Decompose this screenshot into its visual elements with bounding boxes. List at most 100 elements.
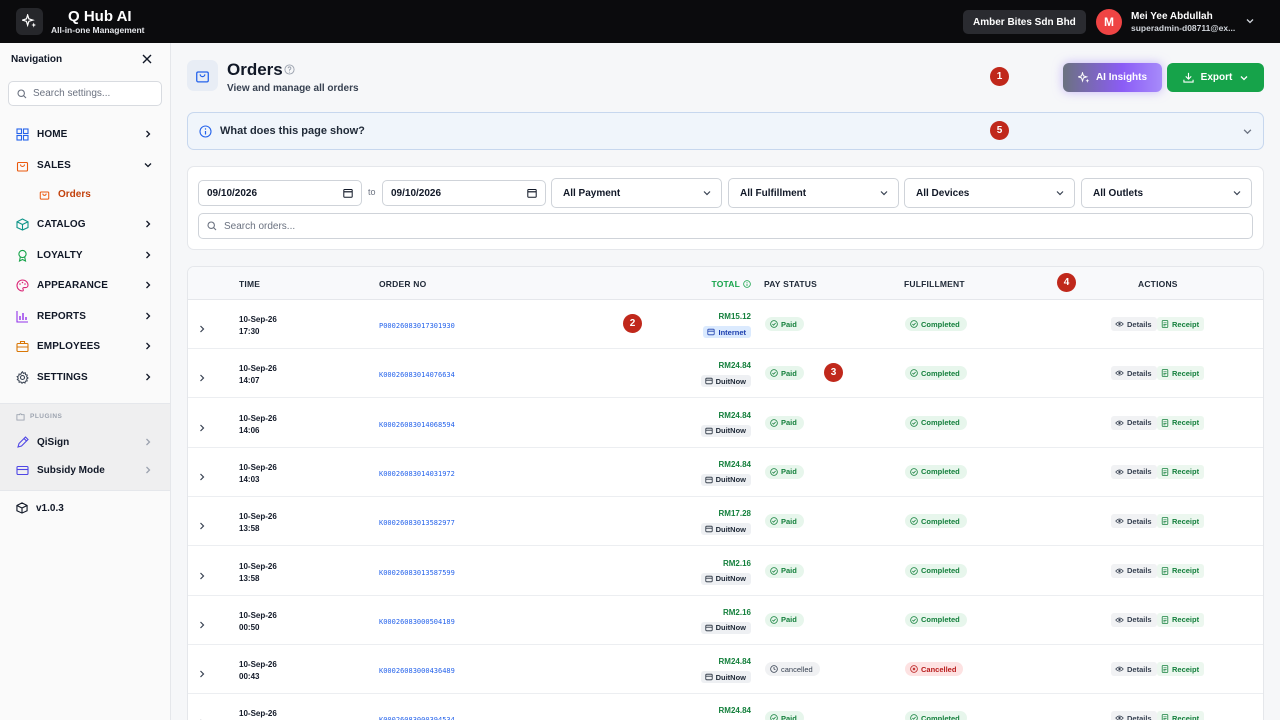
order-number-link[interactable]: P00026083017301930 (379, 322, 455, 330)
details-button[interactable]: Details (1111, 563, 1157, 578)
receipt-button[interactable]: Receipt (1157, 711, 1205, 720)
details-label: Details (1127, 615, 1152, 625)
sidebar-subitem-orders[interactable]: Orders (0, 183, 170, 205)
table-row[interactable]: 10-Sep-26 14:03 K00026083014031972 RM24.84 D… (188, 448, 1263, 497)
receipt-label: Receipt (1172, 664, 1200, 674)
pay-status-label: Paid (781, 516, 797, 526)
company-selector[interactable]: Amber Bites Sdn Bhd (963, 10, 1086, 34)
expand-row-button[interactable] (198, 419, 206, 437)
avatar[interactable]: M (1096, 9, 1122, 35)
details-button[interactable]: Details (1111, 464, 1157, 479)
order-number-link[interactable]: K00026083014031972 (379, 470, 455, 478)
receipt-button[interactable]: Receipt (1157, 514, 1205, 529)
order-number-link[interactable]: K00026083000504189 (379, 618, 455, 626)
expand-row-button[interactable] (198, 665, 206, 683)
details-label: Details (1127, 566, 1152, 575)
sidebar-item-settings[interactable]: SETTINGS (0, 364, 170, 390)
expand-row-button[interactable] (198, 616, 206, 634)
expand-row-button[interactable] (198, 320, 206, 338)
details-button[interactable]: Details (1111, 662, 1157, 677)
column-header-pay-status[interactable]: PAY STATUS (764, 279, 817, 289)
payment-method-label: DuitNow (715, 475, 746, 485)
table-row[interactable]: 10-Sep-26 14:07 K00026083014076634 RM24.84 D… (188, 349, 1263, 399)
order-number-link[interactable]: K00026083014068594 (379, 421, 455, 429)
expand-row-button[interactable] (198, 567, 206, 585)
details-button[interactable]: Details (1111, 366, 1157, 381)
receipt-button[interactable]: Receipt (1157, 415, 1205, 430)
details-button[interactable]: Details (1111, 612, 1157, 627)
page-info-accordion[interactable]: What does this page show? (187, 112, 1264, 150)
column-header-fulfillment[interactable]: FULFILLMENT (904, 279, 965, 289)
column-header-time[interactable]: TIME (239, 279, 260, 289)
expand-row-button[interactable] (198, 369, 206, 387)
chevron-right-icon (146, 373, 151, 381)
receipt-button[interactable]: Receipt (1157, 563, 1205, 578)
expand-row-button[interactable] (198, 517, 206, 535)
column-header-total[interactable]: TOTAL (711, 279, 751, 289)
receipt-button[interactable]: Receipt (1157, 366, 1205, 381)
table-row[interactable]: 10-Sep-26K00026083000394534RM24.84DuitNo… (188, 694, 1263, 720)
sidebar-item-loyalty[interactable]: LOYALTY (0, 242, 170, 268)
app-logo[interactable] (16, 8, 43, 35)
sidebar-item-employees[interactable]: EMPLOYEES (0, 333, 170, 359)
settings-search-input[interactable] (33, 88, 153, 99)
details-button[interactable]: Details (1111, 514, 1157, 529)
chevron-down-icon[interactable] (1245, 16, 1255, 26)
receipt-button[interactable]: Receipt (1157, 612, 1205, 627)
date-from-input[interactable]: 09/10/2026 (198, 180, 362, 206)
sidebar-item-qisign[interactable]: QiSign (0, 430, 170, 454)
eye-icon (1115, 321, 1124, 327)
sidebar-item-reports[interactable]: REPORTS (0, 303, 170, 329)
ai-insights-button[interactable]: AI Insights (1063, 63, 1162, 92)
order-number-link[interactable]: K00026083000436489 (379, 667, 455, 675)
outlets-filter[interactable]: All Outlets (1081, 178, 1252, 208)
user-info[interactable]: Mei Yee Abdullah superadmin-d08711@ex... (1131, 11, 1241, 34)
order-number-link[interactable]: K00026083014076634 (379, 371, 455, 379)
order-search[interactable] (198, 213, 1253, 239)
chevron-right-icon (146, 130, 151, 138)
info-icon[interactable] (743, 280, 751, 288)
order-number-link[interactable]: K00026083000394534 (379, 716, 455, 720)
expand-row-button[interactable] (198, 468, 206, 486)
order-clock: 13:58 (239, 524, 260, 534)
close-icon[interactable] (141, 53, 153, 65)
expand-row-button[interactable] (198, 714, 206, 720)
calendar-icon[interactable] (343, 188, 353, 198)
top-bar: Q Hub AI All-in-one Management Amber Bit… (0, 0, 1280, 43)
payment-method-badge: Internet (703, 326, 751, 338)
step-badge: 5 (990, 121, 1009, 140)
order-number-link[interactable]: K00026083013587599 (379, 569, 455, 577)
shopping-bag-icon (16, 161, 29, 172)
calendar-icon[interactable] (527, 188, 537, 198)
table-row[interactable]: 10-Sep-26 13:58 K00026083013587599 RM2.16 Du… (188, 547, 1263, 596)
sidebar-item-home[interactable]: HOME (0, 121, 170, 147)
order-search-input[interactable] (224, 220, 1124, 232)
table-row[interactable]: 10-Sep-26 17:30 P00026083017301930 RM15.12 I… (188, 300, 1263, 349)
help-icon[interactable] (284, 64, 295, 75)
receipt-button[interactable]: Receipt (1157, 464, 1205, 479)
table-row[interactable]: 10-Sep-26 13:58 K00026083013582977 RM17.28 D… (188, 497, 1263, 547)
receipt-label: Receipt (1172, 713, 1200, 720)
settings-search[interactable] (8, 81, 162, 106)
receipt-button[interactable]: Receipt (1157, 317, 1205, 331)
order-number-link[interactable]: K00026083013582977 (379, 519, 455, 527)
column-header-order-no[interactable]: ORDER NO (379, 279, 426, 289)
fulfillment-filter[interactable]: All Fulfillment (728, 178, 899, 208)
details-button[interactable]: Details (1111, 711, 1157, 720)
orders-table: TIME ORDER NO TOTAL PAY STATUS FULFILLME… (187, 266, 1264, 720)
sidebar-item-subsidy-mode[interactable]: Subsidy Mode (0, 458, 170, 482)
details-button[interactable]: Details (1111, 317, 1157, 331)
date-to-input[interactable]: 09/10/2026 (382, 180, 546, 206)
table-row[interactable]: 10-Sep-26 00:43 K00026083000436489 RM24.84 D… (188, 645, 1263, 695)
table-row[interactable]: 10-Sep-26 14:06 K00026083014068594 RM24.84 D… (188, 399, 1263, 448)
devices-filter[interactable]: All Devices (904, 178, 1075, 208)
sidebar-item-appearance[interactable]: APPEARANCE (0, 272, 170, 298)
sidebar-item-sales[interactable]: SALES (0, 152, 170, 178)
details-button[interactable]: Details (1111, 415, 1157, 430)
puzzle-icon (16, 413, 25, 421)
sidebar-item-catalog[interactable]: CATALOG (0, 211, 170, 237)
receipt-button[interactable]: Receipt (1157, 662, 1205, 677)
table-row[interactable]: 10-Sep-26 00:50 K00026083000504189 RM2.16 Du… (188, 596, 1263, 645)
payment-filter[interactable]: All Payment (551, 178, 722, 208)
export-button[interactable]: Export (1167, 63, 1264, 92)
